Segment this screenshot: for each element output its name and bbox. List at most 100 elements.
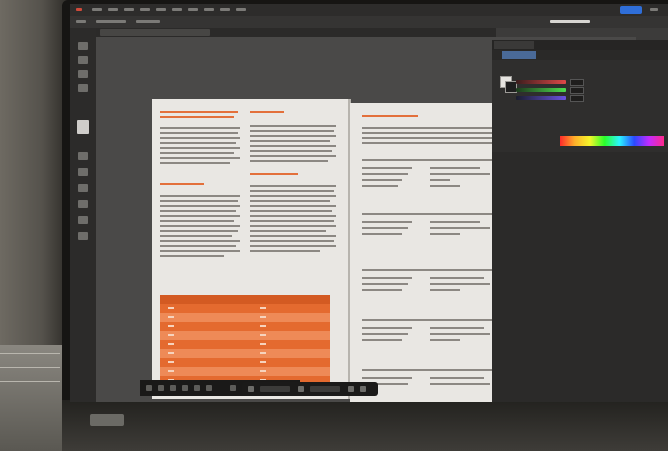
field-label: [362, 179, 402, 181]
field-value: [430, 333, 490, 335]
page-left: [152, 99, 348, 399]
table-row: [160, 349, 330, 358]
panel-tab-color[interactable]: [494, 41, 534, 49]
menu-item-window[interactable]: [220, 8, 230, 11]
text-line: [250, 145, 336, 147]
eraser-tool-icon[interactable]: [78, 168, 88, 176]
menu-item-filter[interactable]: [188, 8, 198, 11]
text-line: [250, 155, 336, 157]
table-row: [160, 304, 330, 313]
notepad-line: [0, 381, 60, 382]
red-slider[interactable]: [516, 80, 566, 84]
panel-tab-swatches[interactable]: [538, 41, 578, 49]
color-panel: [492, 40, 668, 402]
type-tool-icon[interactable]: [78, 184, 88, 192]
share-button[interactable]: [620, 6, 642, 14]
orange-table[interactable]: [160, 295, 330, 391]
text-line: [250, 230, 326, 232]
menu-item-type[interactable]: [156, 8, 166, 11]
zoom-tool-icon[interactable]: [78, 232, 88, 240]
app-icon[interactable]: [230, 385, 236, 391]
field-value: [430, 233, 460, 235]
document-tab[interactable]: [100, 29, 210, 36]
text-line: [250, 160, 328, 162]
table-cell: [260, 361, 266, 363]
hand-tool-icon[interactable]: [78, 216, 88, 224]
lasso-tool-icon[interactable]: [78, 70, 88, 78]
previous-page-icon[interactable]: [348, 386, 354, 392]
start-icon[interactable]: [146, 385, 152, 391]
blue-value-field[interactable]: [570, 95, 584, 102]
field-value: [430, 327, 484, 329]
select-icon[interactable]: [77, 120, 89, 134]
zoom-field[interactable]: [260, 386, 290, 392]
text-line: [250, 130, 334, 132]
field-label: [362, 227, 408, 229]
table-row: [160, 331, 330, 340]
zoom-in-icon[interactable]: [298, 386, 304, 392]
option-field[interactable]: [96, 20, 126, 23]
field-value: [430, 377, 484, 379]
marquee-tool-icon[interactable]: [78, 56, 88, 64]
table-row: [160, 322, 330, 331]
tool-preset-icon[interactable]: [76, 20, 86, 23]
menu-item-view[interactable]: [204, 8, 214, 11]
table-cell: [260, 370, 266, 372]
pen-tool-icon[interactable]: [78, 200, 88, 208]
table-cell: [260, 325, 266, 327]
zoom-out-icon[interactable]: [248, 386, 254, 392]
menu-item-select[interactable]: [172, 8, 182, 11]
next-page-icon[interactable]: [360, 386, 366, 392]
table-cell: [168, 361, 174, 363]
text-line: [160, 162, 230, 164]
green-value-field[interactable]: [570, 87, 584, 94]
table-row: [160, 340, 330, 349]
text-line: [160, 255, 224, 257]
panel-tab-gradients[interactable]: [586, 41, 626, 49]
color-spectrum-bar[interactable]: [560, 136, 664, 146]
blue-slider[interactable]: [516, 96, 566, 100]
red-value-field[interactable]: [570, 79, 584, 86]
text-line: [160, 137, 240, 139]
color-mode-toggle[interactable]: [522, 69, 542, 77]
table-cell: [168, 307, 174, 309]
menu-item-edit[interactable]: [108, 8, 118, 11]
task-view-icon[interactable]: [170, 385, 176, 391]
search-icon[interactable]: [650, 8, 658, 11]
field-label: [362, 173, 408, 175]
workspace-selector[interactable]: [550, 20, 590, 23]
browser-icon[interactable]: [194, 385, 200, 391]
panel-subtab-properties[interactable]: [502, 51, 536, 59]
monitor-screen: [70, 4, 668, 402]
app-logo-icon[interactable]: [76, 8, 82, 11]
mail-icon[interactable]: [206, 385, 212, 391]
page-navigation-bar: [242, 382, 378, 396]
text-line: [160, 142, 236, 144]
brush-tool-icon[interactable]: [78, 152, 88, 160]
text-line: [160, 220, 234, 222]
text-line: [250, 235, 336, 237]
monitor-logo-icon: [90, 414, 124, 426]
menu-item-help[interactable]: [236, 8, 246, 11]
menu-item-file[interactable]: [92, 8, 102, 11]
menu-item-image[interactable]: [124, 8, 134, 11]
move-tool-icon[interactable]: [78, 42, 88, 50]
table-cell: [260, 352, 266, 354]
table-cell: [168, 370, 174, 372]
text-line: [160, 240, 240, 242]
file-explorer-icon[interactable]: [182, 385, 188, 391]
search-icon[interactable]: [158, 385, 164, 391]
column-heading: [250, 111, 284, 113]
option-field[interactable]: [136, 20, 160, 23]
table-row: [160, 358, 330, 367]
panel-subtab-adjustments[interactable]: [542, 51, 582, 59]
crop-tool-icon[interactable]: [78, 84, 88, 92]
menu-item-layer[interactable]: [140, 8, 150, 11]
field-value: [430, 283, 490, 285]
green-slider[interactable]: [516, 88, 566, 92]
text-line: [160, 245, 236, 247]
notepad-line: [0, 353, 60, 354]
text-line: [160, 210, 236, 212]
page-field[interactable]: [310, 386, 340, 392]
text-line: [160, 200, 238, 202]
